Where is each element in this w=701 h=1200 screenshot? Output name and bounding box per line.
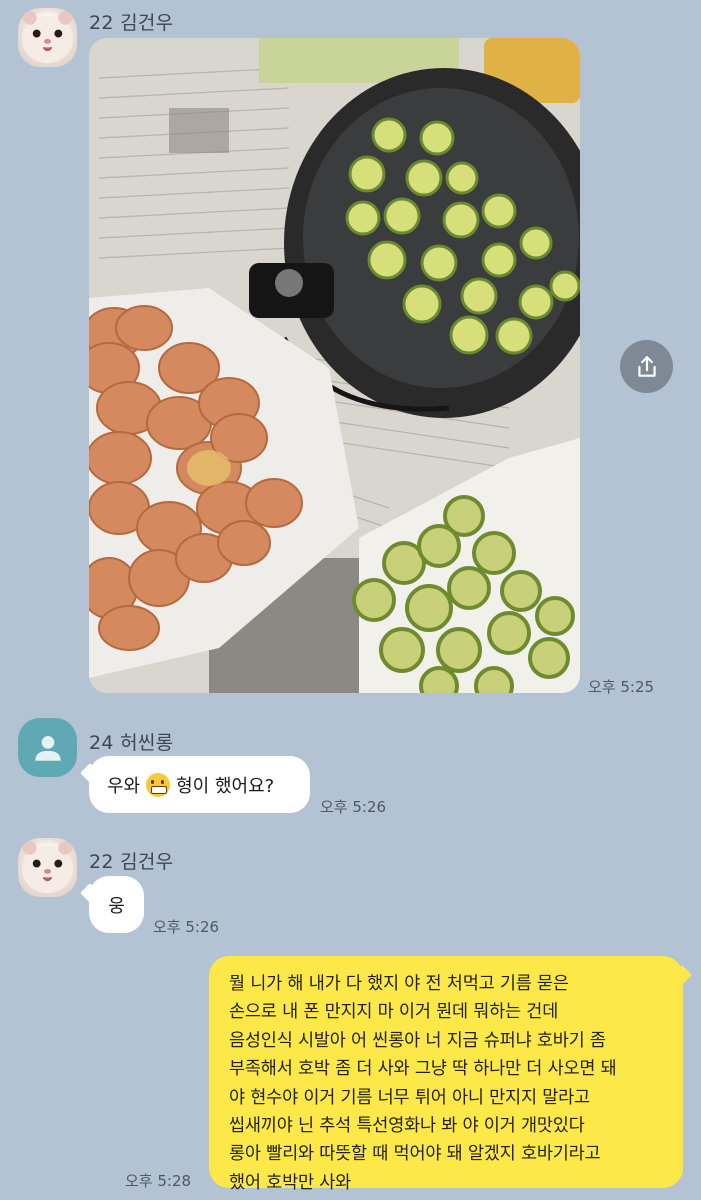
share-button[interactable] [620,340,673,393]
message-bubble[interactable]: 웅 [89,876,144,933]
sender-name: 22 김건우 [89,12,174,34]
timestamp: 오후 5:28 [125,1172,192,1190]
timestamp: 오후 5:26 [320,798,387,816]
avatar[interactable] [18,8,77,67]
message-text: 뭘 니가 해 내가 다 했지 야 전 처먹고 기름 묻은 손으로 내 폰 만지지… [229,974,617,1193]
message-bubble[interactable]: 우와 형이 했어요? [89,756,310,813]
sender-name: 22 김건우 [89,851,174,873]
sender-name: 24 허씬롱 [89,732,174,754]
avatar[interactable] [18,718,77,777]
message-text: 형이 했어요? [176,775,275,797]
photo-message[interactable] [89,38,580,693]
message-text: 웅 [108,895,125,917]
timestamp: 오후 5:26 [153,918,220,936]
message-text: 우와 [107,775,141,797]
food-photo-image [89,38,580,693]
timestamp: 오후 5:25 [588,678,655,696]
my-message-bubble[interactable]: 뭘 니가 해 내가 다 했지 야 전 처먹고 기름 묻은 손으로 내 폰 만지지… [209,956,683,1193]
avatar[interactable] [18,838,77,897]
person-icon [34,735,61,761]
grimacing-face-emoji [146,772,171,797]
share-icon [637,355,656,377]
